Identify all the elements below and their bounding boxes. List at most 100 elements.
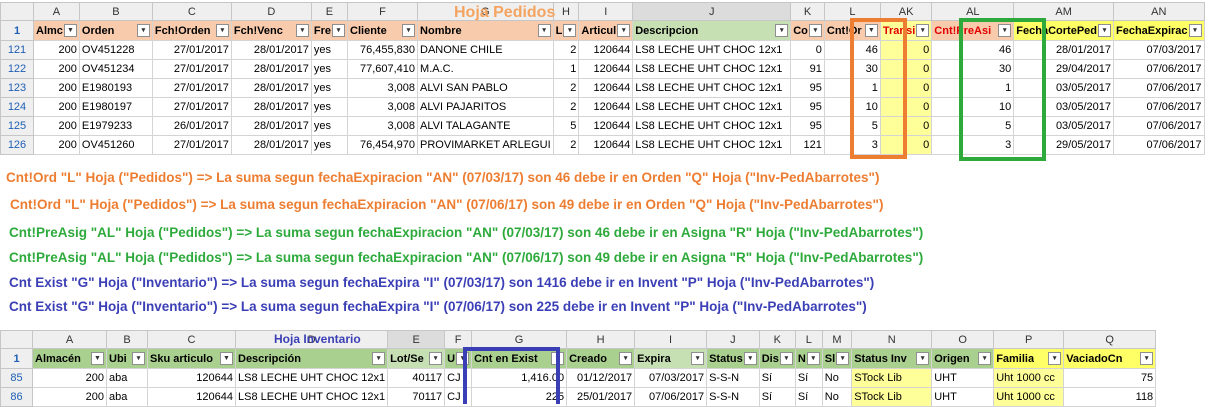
filter-dropdown-icon[interactable]: ▾	[808, 24, 822, 37]
pedidos-cell[interactable]: 27/01/2017	[151, 78, 232, 98]
inventario-column-header[interactable]: C	[147, 330, 236, 349]
pedidos-cell[interactable]: 121	[790, 135, 825, 155]
filter-dropdown-icon[interactable]: ▾	[1140, 352, 1154, 365]
pedidos-cell[interactable]: 200	[33, 97, 80, 117]
pedidos-cell[interactable]: 120644	[578, 78, 634, 98]
pedidos-cell[interactable]: 120644	[578, 135, 634, 155]
filter-dropdown-icon[interactable]: ▾	[132, 352, 145, 365]
filter-dropdown-icon[interactable]: ▾	[806, 352, 820, 365]
inventario-header-cell[interactable]: Ubi ▾	[106, 348, 148, 369]
pedidos-row-number[interactable]: 123	[0, 78, 34, 98]
pedidos-cell[interactable]: 07/06/2017	[1113, 135, 1205, 155]
inventario-column-header[interactable]: A	[32, 330, 107, 349]
pedidos-cell[interactable]: 07/06/2017	[1113, 59, 1205, 79]
pedidos-cell[interactable]: 95	[790, 97, 825, 117]
inventario-cell[interactable]: Uht 1000 cc	[993, 368, 1065, 388]
inventario-header-cell[interactable]: N ▾	[794, 348, 823, 369]
pedidos-cell[interactable]: 200	[33, 78, 80, 98]
inventario-column-header[interactable]: K	[758, 330, 796, 349]
pedidos-cell[interactable]: ALVI TALAGANTE	[417, 116, 554, 136]
inventario-header-cell[interactable]: Expira ▾	[634, 348, 708, 369]
pedidos-header-cell[interactable]: Almc ▼	[33, 20, 80, 41]
filter-dropdown-icon[interactable]: ▾	[916, 24, 930, 37]
inventario-cell[interactable]: 01/12/2017	[566, 368, 636, 388]
pedidos-cell[interactable]: 120644	[578, 59, 634, 79]
pedidos-header-cell[interactable]: L ▾	[552, 20, 580, 41]
pedidos-cell[interactable]: 77,607,410	[347, 59, 419, 79]
inventario-header-cell[interactable]: Creado ▾	[566, 348, 636, 369]
filter-dropdown-icon[interactable]: ▼	[220, 352, 233, 365]
inventario-row-number[interactable]: 85	[0, 368, 33, 388]
pedidos-cell[interactable]: OV451260	[78, 135, 153, 155]
pedidos-cell[interactable]: 1	[552, 59, 580, 79]
pedidos-cell[interactable]: 120644	[578, 40, 634, 60]
pedidos-cell[interactable]: LS8 LECHE UHT CHOC 12x1	[632, 40, 792, 60]
pedidos-column-header[interactable]: AN	[1113, 2, 1205, 21]
pedidos-cell[interactable]: yes	[310, 40, 349, 60]
pedidos-cell[interactable]: E1980197	[78, 97, 153, 117]
filter-dropdown-icon[interactable]: ▾	[1048, 352, 1062, 365]
pedidos-cell[interactable]: 28/01/2017	[230, 59, 312, 79]
pedidos-row-number[interactable]: 124	[0, 97, 34, 117]
pedidos-cell[interactable]: ALVI SAN PABLO	[417, 78, 554, 98]
pedidos-cell[interactable]: 95	[790, 116, 825, 136]
pedidos-cell[interactable]: 27/01/2017	[151, 59, 232, 79]
pedidos-cell[interactable]: 2	[552, 40, 580, 60]
pedidos-cell[interactable]: OV451234	[78, 59, 153, 79]
pedidos-cell[interactable]: 200	[33, 59, 80, 79]
pedidos-cell[interactable]: M.A.C.	[417, 59, 554, 79]
inventario-cell[interactable]: aba	[106, 368, 148, 388]
pedidos-cell[interactable]: yes	[310, 78, 349, 98]
filter-dropdown-icon[interactable]: ▾	[429, 352, 443, 365]
pedidos-column-header[interactable]: C	[151, 2, 232, 21]
inventario-cell[interactable]: STock Lib	[851, 368, 933, 388]
inventario-select-all-corner[interactable]	[0, 330, 33, 349]
filter-dropdown-icon[interactable]: ▾	[619, 352, 633, 365]
filter-dropdown-icon[interactable]: ▾	[563, 24, 577, 37]
inventario-column-header[interactable]: N	[851, 330, 933, 349]
pedidos-column-header[interactable]: K	[790, 2, 825, 21]
inventario-cell[interactable]: 07/03/2017	[634, 368, 708, 388]
pedidos-cell[interactable]: OV451228	[78, 40, 153, 60]
pedidos-cell[interactable]: 3,008	[347, 116, 419, 136]
pedidos-cell[interactable]: LS8 LECHE UHT CHOC 12x1	[632, 59, 792, 79]
filter-dropdown-icon[interactable]: ▾	[215, 24, 229, 37]
inventario-header-cell[interactable]: Almacén ▼	[32, 348, 107, 369]
filter-dropdown-icon[interactable]: ▾	[402, 24, 416, 37]
inventario-cell[interactable]: S-S-N	[706, 368, 760, 388]
pedidos-row-number[interactable]: 121	[0, 40, 34, 60]
pedidos-header-cell[interactable]: Fch!Venc ▾	[230, 20, 312, 41]
pedidos-cell[interactable]: 26/01/2017	[151, 116, 232, 136]
pedidos-column-header[interactable]: E	[310, 2, 349, 21]
inventario-header-cell[interactable]: VaciadoCn ▾	[1063, 348, 1157, 369]
inventario-cell[interactable]: 200	[32, 368, 107, 388]
pedidos-column-header[interactable]: H	[552, 2, 580, 21]
pedidos-cell[interactable]: LS8 LECHE UHT CHOC 12x1	[632, 135, 792, 155]
inventario-header-cell[interactable]: Descripción ▾	[234, 348, 389, 369]
inventario-header-cell[interactable]: Dis ▾	[758, 348, 796, 369]
pedidos-cell[interactable]: yes	[310, 59, 349, 79]
pedidos-cell[interactable]: LS8 LECHE UHT CHOC 12x1	[632, 78, 792, 98]
pedidos-row-number[interactable]: 122	[0, 59, 34, 79]
pedidos-cell[interactable]: 2	[552, 97, 580, 117]
pedidos-row-number[interactable]: 126	[0, 135, 34, 155]
inventario-cell[interactable]: 120644	[147, 368, 236, 388]
pedidos-select-all-corner[interactable]	[0, 2, 34, 21]
pedidos-cell[interactable]: 120644	[578, 116, 634, 136]
filter-dropdown-icon[interactable]: ▾	[295, 24, 309, 37]
pedidos-cell[interactable]: 27/01/2017	[151, 97, 232, 117]
inventario-cell[interactable]: 75	[1063, 368, 1157, 388]
inventario-column-header[interactable]: F	[444, 330, 473, 349]
pedidos-cell[interactable]: LS8 LECHE UHT CHOC 12x1	[632, 116, 792, 136]
pedidos-cell[interactable]: yes	[310, 116, 349, 136]
filter-dropdown-icon[interactable]: ▾	[836, 352, 850, 365]
inventario-header-cell[interactable]: Origen ▾	[931, 348, 995, 369]
pedidos-row-number[interactable]: 1	[0, 20, 34, 41]
pedidos-cell[interactable]: 3,008	[347, 97, 419, 117]
pedidos-header-cell[interactable]: Fch!Orden ▾	[151, 20, 232, 41]
pedidos-cell[interactable]: 2	[552, 135, 580, 155]
inventario-header-cell[interactable]: Sl ▾	[821, 348, 853, 369]
inventario-column-header[interactable]: O	[931, 330, 995, 349]
inventario-column-header[interactable]: J	[706, 330, 760, 349]
pedidos-column-header[interactable]: A	[33, 2, 80, 21]
